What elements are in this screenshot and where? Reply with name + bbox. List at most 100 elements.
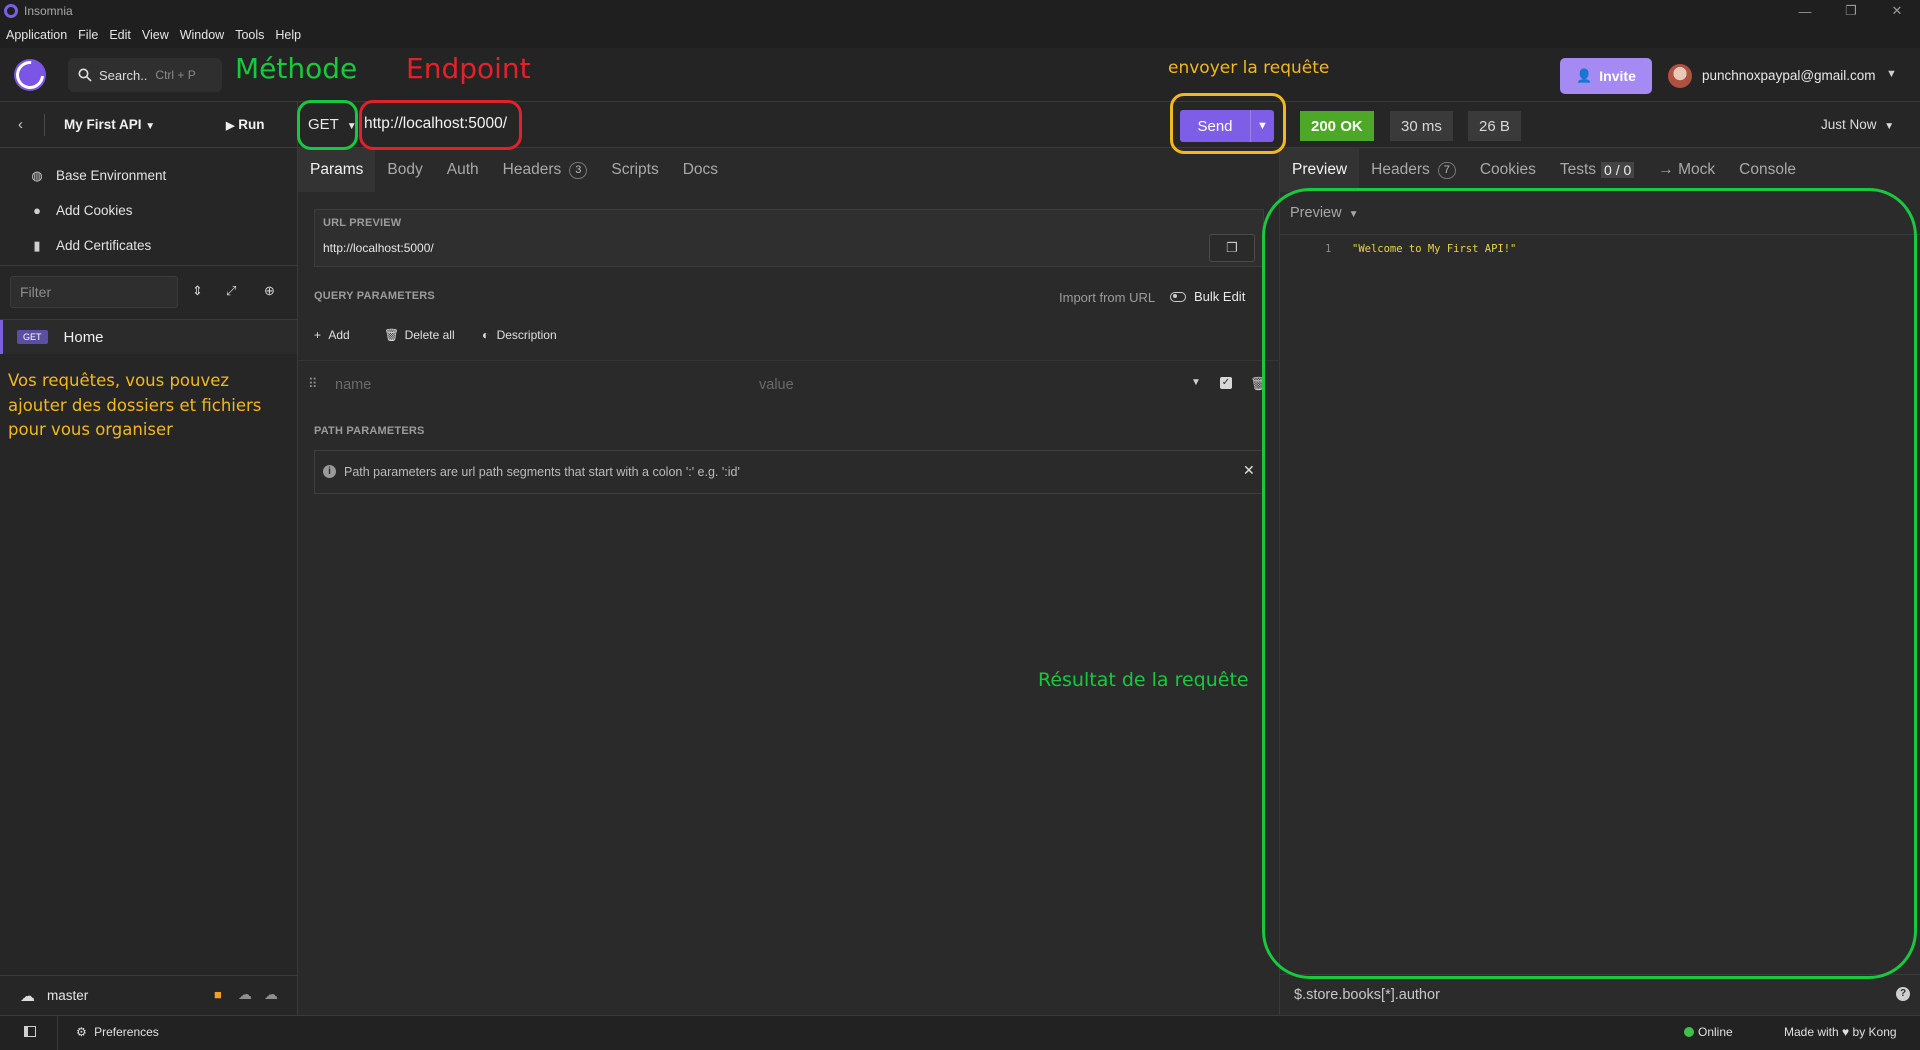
certificate-icon: ▮ [33,237,41,253]
tab-response-headers[interactable]: Headers 7 [1359,148,1468,192]
tab-auth[interactable]: Auth [435,148,491,192]
toggle-sidebar-icon[interactable] [24,1026,36,1037]
online-dot-icon [1684,1027,1694,1037]
sidebar-item-add-certificates[interactable]: ▮ Add Certificates [0,228,297,263]
tab-cookies[interactable]: Cookies [1468,148,1548,192]
sidebar-item-add-cookies[interactable]: ● Add Cookies [0,193,297,228]
insomnia-home-icon[interactable] [14,59,46,91]
param-value-input[interactable]: value [759,377,794,393]
preferences-button[interactable]: ⚙ Preferences [76,1025,159,1039]
send-button[interactable]: Send ▼ [1180,110,1274,142]
search-button[interactable]: Search.. Ctrl + P [68,58,222,92]
run-button[interactable]: ▶ Run [226,117,264,132]
tab-tests[interactable]: Tests 0 / 0 [1548,148,1646,192]
account-email[interactable]: punchnoxpaypal@gmail.com [1702,68,1876,83]
menu-bar: Application File Edit View Window Tools … [0,22,1920,48]
invite-button[interactable]: 👤 Invite [1560,58,1652,94]
drag-handle-icon[interactable]: ⠿ [308,376,318,392]
restore-icon[interactable]: ❐ [1828,0,1874,22]
tab-docs[interactable]: Docs [671,148,730,192]
response-size-badge: 26 B [1468,111,1521,141]
made-with-label: Made with [1784,1025,1839,1039]
sidebar: ‹ My First API ▼ ▶ Run ◍ Base Environmen… [0,102,298,1015]
branch-name[interactable]: master [47,988,88,1003]
menu-application[interactable]: Application [6,28,67,42]
preview-mode-dropdown[interactable]: Preview ▼ [1290,205,1359,221]
delete-all-button[interactable]: 🗑 Delete all [384,328,455,342]
url-input[interactable]: http://localhost:5000/ [364,115,507,133]
jsonpath-input[interactable]: $.store.books[*].author [1294,987,1440,1003]
help-icon[interactable]: ? [1896,987,1910,1001]
sort-icon[interactable]: ⇕ [192,283,203,299]
history-dropdown[interactable]: Just Now ▼ [1821,117,1894,132]
param-name-input[interactable]: name [335,377,371,393]
bulk-edit-toggle[interactable]: Bulk Edit [1170,289,1245,304]
tab-mock[interactable]: → Mock [1646,148,1727,192]
list-item[interactable]: GET Home [0,320,297,354]
project-menu[interactable]: My First API ▼ [64,117,155,132]
line-number: 1 [1325,243,1332,255]
trash-icon[interactable]: 🗑 [1250,376,1267,392]
menu-tools[interactable]: Tools [235,28,264,42]
sidebar-item-base-environment[interactable]: ◍ Base Environment [0,158,297,193]
method-annotation: Méthode [235,52,358,85]
cloud-download-icon[interactable]: ☁ [238,986,252,1003]
url-preview-value: http://localhost:5000/ [323,241,434,255]
cloud-upload-icon[interactable]: ☁ [264,986,278,1003]
tab-label: Tests [1559,161,1597,178]
copy-button[interactable]: ❐ [1209,234,1255,262]
import-from-url-button[interactable]: Import from URL [1059,290,1155,305]
tab-preview[interactable]: Preview [1280,148,1360,192]
expand-icon[interactable]: ⤢ [226,283,236,299]
add-param-button[interactable]: + Add [314,328,350,342]
made-with-kong[interactable]: Made with ♥ by Kong [1784,1025,1897,1039]
menu-window[interactable]: Window [180,28,224,42]
chevron-down-icon: ▼ [1884,121,1895,132]
method-select[interactable]: GET ▼ [308,116,357,133]
menu-view[interactable]: View [142,28,169,42]
avatar[interactable] [1668,64,1692,88]
minimize-icon[interactable]: — [1782,0,1828,22]
close-window-icon[interactable]: ✕ [1874,0,1920,22]
tab-label: Headers [1371,161,1430,178]
annotation-line: Vos requêtes, vous pouvez [8,371,230,390]
tab-label: → Mock [1658,161,1716,178]
play-icon: ▶ [226,120,235,132]
response-time-badge: 30 ms [1390,111,1453,141]
checkbox-icon[interactable]: ✓ [1220,377,1232,389]
tab-headers[interactable]: Headers 3 [491,148,600,192]
tab-label: Docs [682,161,719,178]
description-toggle[interactable]: ◐ Description [482,328,557,342]
tab-scripts[interactable]: Scripts [599,148,670,192]
headers-count-badge: 7 [1437,161,1456,179]
divider [44,114,45,136]
tab-label: Console [1739,161,1797,178]
info-icon: i [323,465,336,478]
status-bar: ⚙ Preferences Online Made with ♥ by Kong [0,1015,1920,1050]
method-badge: GET [17,330,48,344]
add-circle-icon[interactable]: ⊕ [264,283,275,299]
online-label: Online [1698,1025,1733,1039]
package-icon[interactable]: ■ [214,987,222,1002]
divider [57,1016,58,1050]
close-icon[interactable]: ✕ [1243,462,1255,479]
menu-edit[interactable]: Edit [109,28,131,42]
menu-help[interactable]: Help [275,28,301,42]
history-label: Just Now [1821,117,1877,132]
bulk-edit-label: Bulk Edit [1194,289,1246,304]
chevron-down-icon[interactable]: ▼ [1191,377,1201,388]
chevron-down-icon[interactable]: ▼ [1250,110,1274,142]
tab-label: Params [310,161,364,178]
description-label: Description [496,328,557,342]
filter-input[interactable]: Filter [10,276,178,308]
eye-icon: ◐ [482,328,490,342]
tab-label: Auth [446,161,479,178]
tab-params[interactable]: Params [298,148,376,192]
cloud-icon: ☁ [20,987,35,1005]
tab-console[interactable]: Console [1727,148,1808,192]
tab-body[interactable]: Body [375,148,434,192]
chevron-down-icon[interactable]: ▼ [1886,68,1897,80]
response-body-viewer[interactable]: 1 "Welcome to My First API!" [1280,235,1920,965]
back-icon[interactable]: ‹ [18,116,23,133]
menu-file[interactable]: File [78,28,98,42]
